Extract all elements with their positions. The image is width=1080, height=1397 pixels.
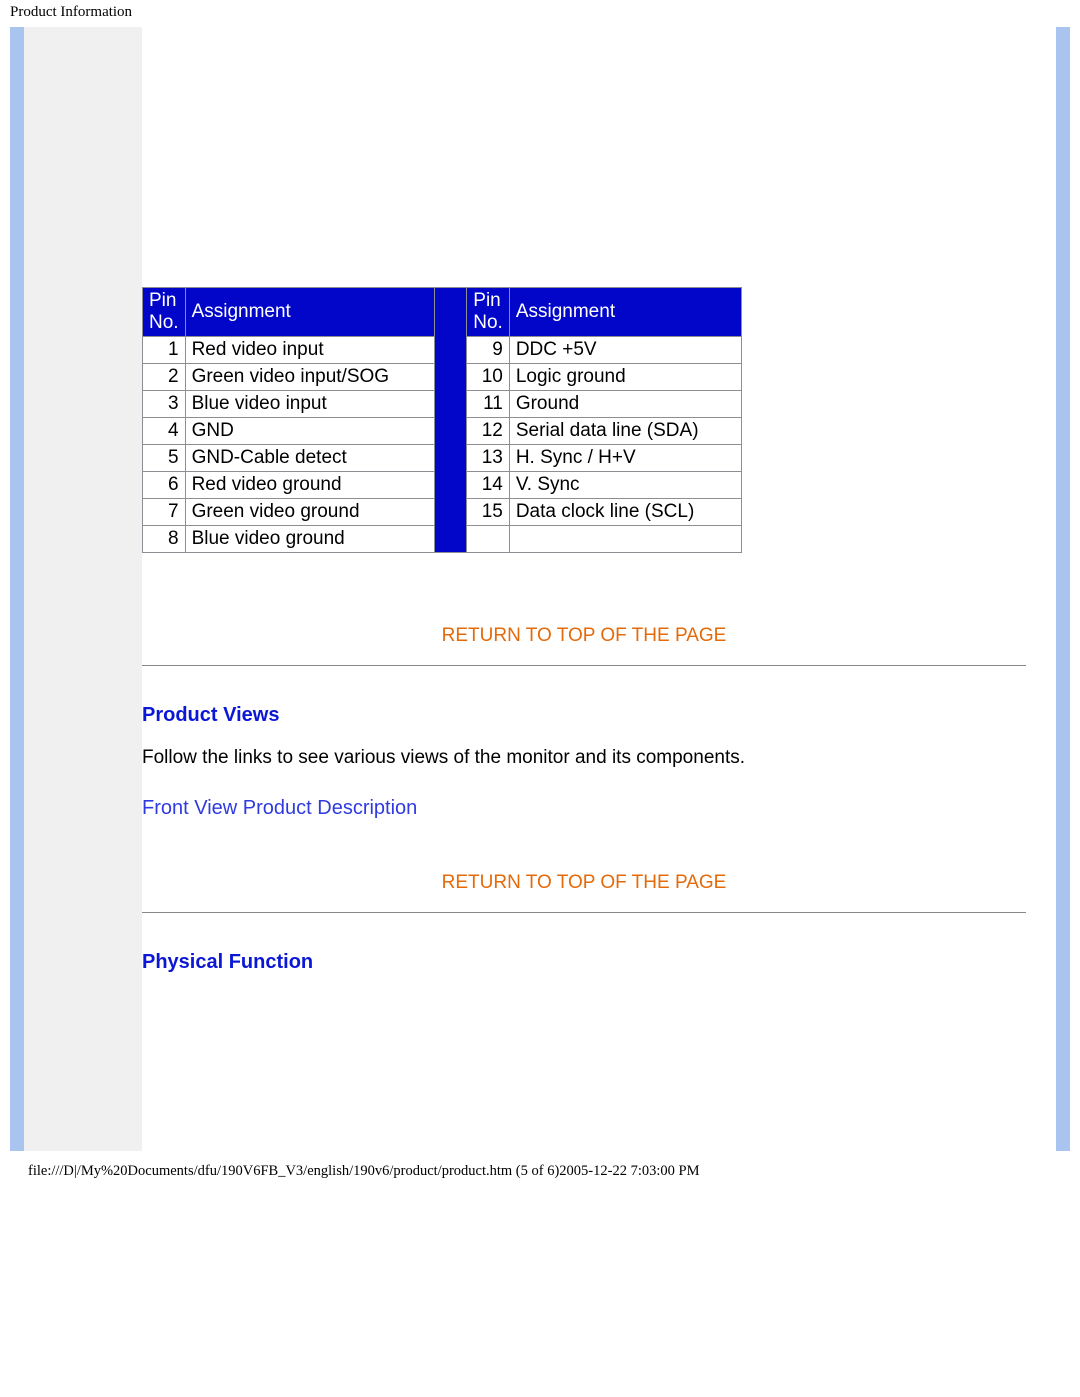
cell-pin: 14 — [467, 471, 510, 498]
content-area: Pin No. Assignment Pin No. Assignment 1 … — [142, 27, 1056, 1151]
cell-pin: 13 — [467, 444, 510, 471]
cell-assignment: DDC +5V — [509, 336, 741, 363]
cell-assignment: Serial data line (SDA) — [509, 417, 741, 444]
page-frame: Pin No. Assignment Pin No. Assignment 1 … — [10, 27, 1070, 1151]
return-to-top-link[interactable]: RETURN TO TOP OF THE PAGE — [442, 625, 727, 646]
col-header-pin-right: Pin No. — [467, 288, 510, 337]
cell-assignment: Red video input — [185, 336, 435, 363]
cell-pin: 15 — [467, 498, 510, 525]
col-header-pin-left: Pin No. — [143, 288, 186, 337]
cell-assignment: Logic ground — [509, 363, 741, 390]
bottom-spacer — [142, 1001, 1026, 1121]
section-divider — [142, 665, 1026, 666]
cell-assignment: H. Sync / H+V — [509, 444, 741, 471]
col-header-assignment-left: Assignment — [185, 288, 435, 337]
col-header-assignment-right: Assignment — [509, 288, 741, 337]
cell-pin: 11 — [467, 390, 510, 417]
cell-assignment: Green video ground — [185, 498, 435, 525]
cell-pin: 2 — [143, 363, 186, 390]
page-header-title: Product Information — [0, 0, 1080, 23]
cell-assignment: Blue video ground — [185, 525, 435, 552]
pin-assignment-table: Pin No. Assignment Pin No. Assignment 1 … — [142, 287, 742, 553]
cell-pin: 6 — [143, 471, 186, 498]
cell-pin: 10 — [467, 363, 510, 390]
section-divider — [142, 912, 1026, 913]
cell-assignment: Green video input/SOG — [185, 363, 435, 390]
cell-assignment: GND — [185, 417, 435, 444]
footer-file-path: file:///D|/My%20Documents/dfu/190V6FB_V3… — [0, 1159, 1080, 1190]
cell-pin: 3 — [143, 390, 186, 417]
return-to-top-container: RETURN TO TOP OF THE PAGE — [142, 625, 1026, 647]
cell-assignment: Red video ground — [185, 471, 435, 498]
product-views-text: Follow the links to see various views of… — [142, 747, 1026, 769]
front-view-link[interactable]: Front View Product Description — [142, 797, 1026, 820]
cell-assignment: GND-Cable detect — [185, 444, 435, 471]
cell-pin: 4 — [143, 417, 186, 444]
return-to-top-container: RETURN TO TOP OF THE PAGE — [142, 872, 1026, 894]
cell-assignment: Data clock line (SCL) — [509, 498, 741, 525]
cell-pin: 8 — [143, 525, 186, 552]
heading-physical-function: Physical Function — [142, 951, 1026, 981]
return-to-top-link[interactable]: RETURN TO TOP OF THE PAGE — [442, 872, 727, 893]
cell-pin: 12 — [467, 417, 510, 444]
table-header-row: Pin No. Assignment Pin No. Assignment — [143, 288, 742, 337]
cell-assignment: Blue video input — [185, 390, 435, 417]
left-gutter — [24, 27, 142, 1151]
table-spacer-col — [435, 288, 467, 553]
cell-pin: 7 — [143, 498, 186, 525]
cell-pin: 5 — [143, 444, 186, 471]
cell-pin — [467, 525, 510, 552]
cell-assignment — [509, 525, 741, 552]
cell-assignment: Ground — [509, 390, 741, 417]
cell-assignment: V. Sync — [509, 471, 741, 498]
top-spacer — [142, 27, 1026, 287]
heading-product-views: Product Views — [142, 704, 1026, 727]
cell-pin: 1 — [143, 336, 186, 363]
cell-pin: 9 — [467, 336, 510, 363]
